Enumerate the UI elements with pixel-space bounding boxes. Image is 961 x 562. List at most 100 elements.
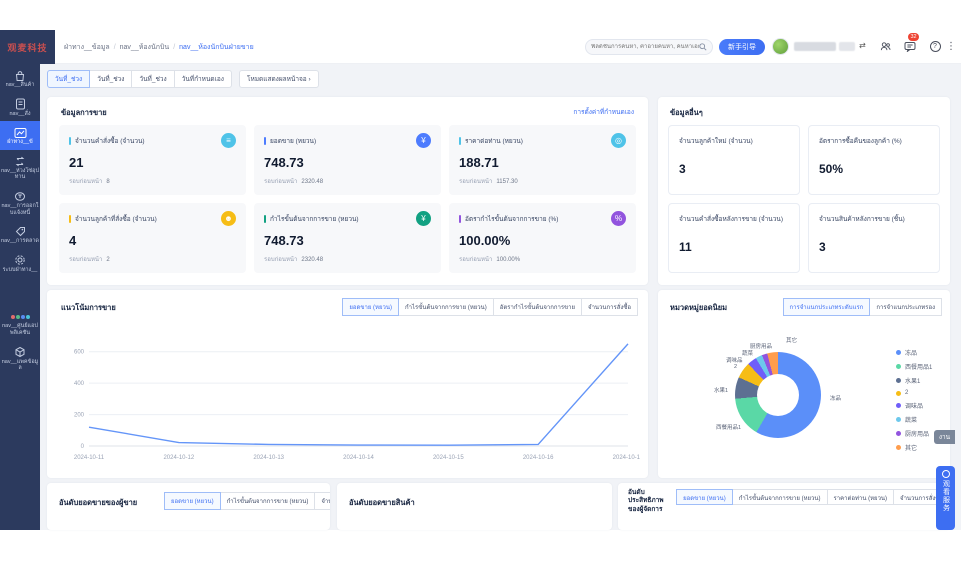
sidebar-item-app-center[interactable]: nav__ศูนย์แอปพลิเคชัน — [0, 305, 40, 340]
breadcrumb-separator: / — [173, 44, 175, 51]
legend-item[interactable]: 厨房用品 — [896, 429, 932, 438]
messages-icon[interactable] — [903, 39, 917, 53]
sidebar-item-marketing[interactable]: nav__การตลาด — [0, 220, 40, 249]
legend-label: 调味品 — [905, 401, 923, 410]
person-icon: ☻ — [221, 211, 236, 226]
watch-service-button[interactable]: 观看服务 — [936, 466, 955, 530]
legend-dot — [896, 403, 901, 408]
date-tab-range-1[interactable]: วันที่_ช่วง — [47, 70, 90, 88]
sidebar-item-supply-chain[interactable]: nav__ห่วงโซ่อุปทาน — [0, 150, 40, 185]
legend-item[interactable]: 冻品 — [896, 348, 932, 357]
legend-dot — [896, 350, 901, 355]
seller-tab-sales[interactable]: ยอดขาย (หยวน) — [164, 492, 221, 510]
avatar[interactable] — [772, 38, 789, 55]
donut-label: 2 — [734, 364, 737, 370]
manager-ranking-title: อันดับประสิทธิภาพของผู้จัดการ — [628, 489, 673, 514]
dashboard-page: 观麦科技 ฝ่าทาง__ข้อมูล / nav__ห้องนักบิน / … — [0, 0, 961, 562]
trend-metric-tabs: ยอดขาย (หยวน) กำไรขั้นต้นจากการขาย (หยวน… — [343, 298, 638, 316]
global-search[interactable] — [585, 39, 713, 55]
sidebar-item-products[interactable]: nav__สินค้า — [0, 64, 40, 93]
manager-ranking-panel: อันดับประสิทธิภาพของผู้จัดการ ยอดขาย (หย… — [618, 483, 950, 530]
donut-label: 厨房用品 — [750, 342, 772, 350]
sales-panel-title: ข้อมูลการขาย — [61, 107, 107, 119]
donut-label: 蔬菜 — [742, 349, 753, 357]
legend-item[interactable]: 调味品 — [896, 401, 932, 410]
svg-text:0: 0 — [81, 444, 85, 450]
username-redacted — [794, 42, 836, 51]
donut-label: 其它 — [786, 336, 797, 344]
stat-value: 748.73 — [264, 233, 431, 248]
donut-label: 水果1 — [714, 386, 728, 394]
newbie-guide-button[interactable]: 新手引导 — [719, 39, 765, 55]
category-tab-secondary[interactable]: การจำแนกประเภทรอง — [869, 298, 942, 316]
message-count-badge: 32 — [908, 33, 919, 41]
other-card-aftersale-orders: จำนวนคำสั่งซื้อหลังการขาย (จำนวน) 11 — [668, 203, 800, 273]
contacts-icon[interactable] — [878, 39, 892, 53]
company-redacted — [839, 42, 855, 51]
sidebar-item-invoicing[interactable]: nav__การออกใบแจ้งหนี้ — [0, 185, 40, 220]
stat-value: 748.73 — [264, 155, 431, 170]
sidebar-spacer — [0, 277, 40, 305]
search-icon[interactable] — [699, 38, 707, 56]
date-tab-range-2[interactable]: วันที่_ช่วง — [89, 70, 132, 88]
svg-text:2024-10-12: 2024-10-12 — [163, 455, 194, 461]
bag-icon — [1, 69, 39, 82]
other-card-repurchase-rate: อัตราการซื้อคืนของลูกค้า (%) 50% — [808, 125, 940, 195]
sidebar-item-data-pack[interactable]: nav__แพคข้อมูล — [0, 341, 40, 376]
product-ranking-title: อันดับยอดขายสินค้า — [349, 497, 415, 509]
svg-text:2024-10-13: 2024-10-13 — [253, 455, 284, 461]
seller-ranking-panel: อันดับยอดขายของผู้ขาย ยอดขาย (หยวน) กำไร… — [47, 483, 330, 530]
manager-tab-price-per-person[interactable]: ราคาต่อท่าน (หยวน) — [827, 489, 895, 505]
trend-tab-gross-profit[interactable]: กำไรขั้นต้นจากการขาย (หยวน) — [398, 298, 494, 316]
legend-label: 2 — [905, 390, 908, 396]
percent-icon: % — [611, 211, 626, 226]
legend-label: 西餐用品1 — [905, 362, 932, 371]
stat-value: 100.00% — [459, 233, 626, 248]
app-center-icon — [1, 310, 39, 323]
legend-item[interactable]: 2 — [896, 390, 932, 396]
breadcrumb-item[interactable]: ฝ่าทาง__ข้อมูล — [64, 42, 110, 53]
legend-item[interactable]: 其它 — [896, 443, 932, 452]
coin-icon: ◎ — [611, 133, 626, 148]
legend-item[interactable]: 水果1 — [896, 376, 932, 385]
help-icon[interactable]: ? — [928, 39, 942, 53]
sidebar-item-system[interactable]: ระบบฝ่าทาง__ — [0, 249, 40, 278]
trend-tab-order-count[interactable]: จำนวนการสั่งซื้อ — [581, 298, 638, 316]
trend-tab-sales[interactable]: ยอดขาย (หยวน) — [342, 298, 399, 316]
trend-line-chart[interactable]: 02004006002024-10-112024-10-122024-10-13… — [55, 326, 640, 466]
legend-label: 厨房用品 — [905, 429, 929, 438]
manager-tab-sales[interactable]: ยอดขาย (หยวน) — [676, 489, 733, 505]
product-ranking-panel: อันดับยอดขายสินค้า — [337, 483, 612, 530]
date-tab-range-3[interactable]: วันที่_ช่วง — [131, 70, 174, 88]
breadcrumb-item[interactable]: nav__ห้องนักบิน — [120, 42, 170, 53]
manager-tab-gross-profit[interactable]: กำไรขั้นต้นจากการขาย (หยวน) — [732, 489, 828, 505]
sales-trend-panel: แนวโน้มการขาย ยอดขาย (หยวน) กำไรขั้นต้นจ… — [47, 290, 648, 478]
category-tab-primary[interactable]: การจำแนกประเภทระดับแรก — [783, 298, 871, 316]
sidebar-item-sales-data[interactable]: ฝ่าทาง__ข้ — [0, 121, 40, 150]
more-menu-icon[interactable]: ⋮ — [944, 39, 958, 53]
seller-tab-gross-profit[interactable]: กำไรขั้นต้นจากการขาย (หยวน) — [220, 492, 316, 510]
seller-tab-order-count[interactable]: จำนวนการสั่งซื้อ — [314, 492, 330, 510]
legend-item[interactable]: 蔬菜 — [896, 415, 932, 424]
screen-display-mode-button[interactable]: โหมดแสดงผลหน้าจอ › — [239, 70, 319, 88]
date-range-tabs: วันที่_ช่วง วันที่_ช่วง วันที่_ช่วง วันท… — [47, 70, 232, 88]
custom-settings-link[interactable]: การตั้งค่าที่กำหนดเอง — [573, 107, 634, 117]
category-tabs: การจำแนกประเภทระดับแรก การจำแนกประเภทรอง — [784, 298, 943, 316]
search-input[interactable] — [591, 44, 699, 50]
legend-dot — [896, 417, 901, 422]
yuan-icon: ¥ — [416, 133, 431, 148]
play-icon — [942, 470, 950, 478]
task-floating-tag[interactable]: งาน — [934, 430, 955, 444]
switch-account-icon[interactable]: ⇄ — [859, 41, 866, 50]
sidebar-item-orders[interactable]: nav__สั่ง — [0, 93, 40, 122]
moneybag-icon: ¥ — [416, 211, 431, 226]
date-tab-custom[interactable]: วันที่กำหนดเอง — [174, 70, 232, 88]
donut-label: 西餐用品1 — [716, 423, 741, 431]
other-data-panel: ข้อมูลอื่นๆ จำนวนลูกค้าใหม่ (จำนวน) 3 อั… — [658, 97, 950, 285]
svg-text:2024-10-17: 2024-10-17 — [613, 455, 640, 461]
svg-text:200: 200 — [74, 413, 85, 419]
category-donut-chart[interactable] — [735, 352, 821, 438]
trend-tab-gross-margin[interactable]: อัตรากำไรขั้นต้นจากการขาย — [493, 298, 582, 316]
legend-item[interactable]: 西餐用品1 — [896, 362, 932, 371]
orders-icon: ≡ — [221, 133, 236, 148]
